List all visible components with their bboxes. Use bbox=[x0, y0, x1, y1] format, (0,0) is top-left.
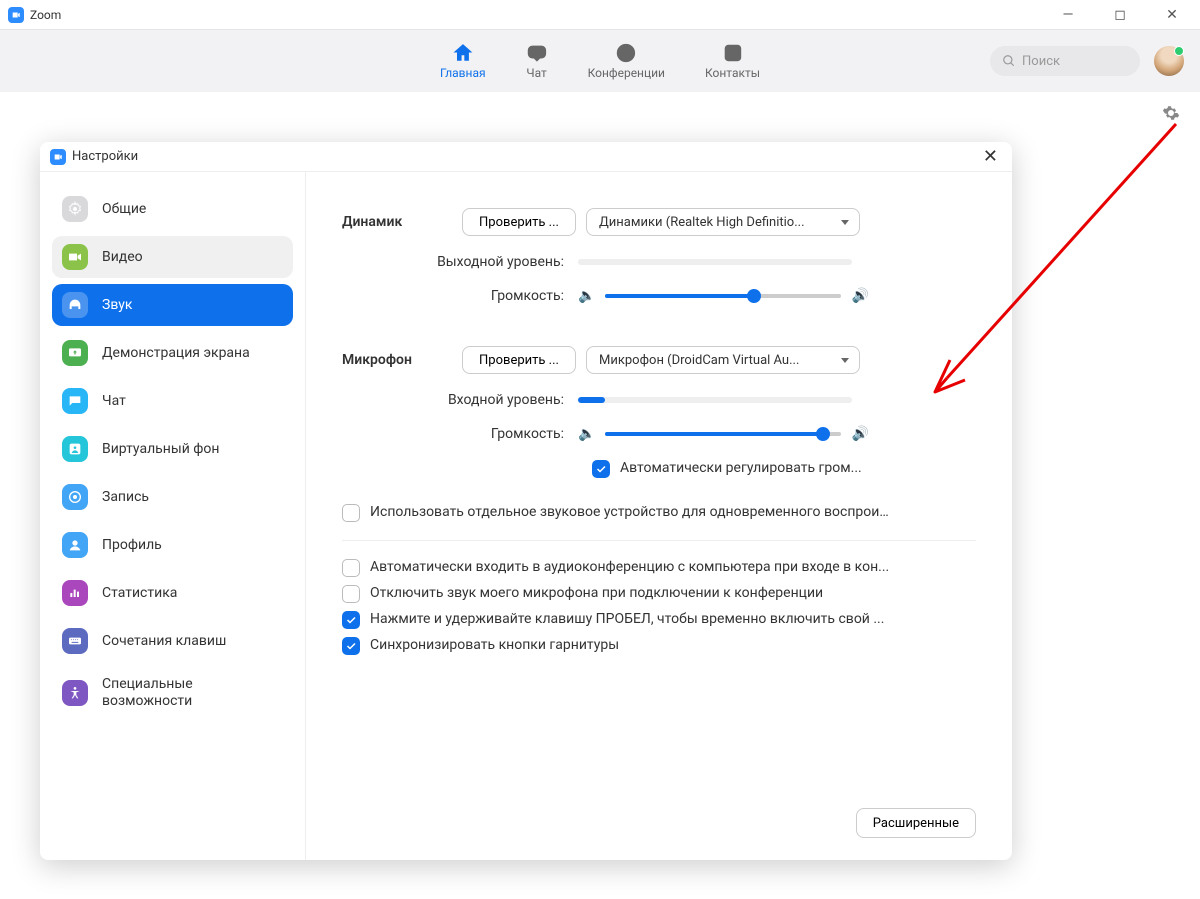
input-level-label: Входной уровень: bbox=[342, 392, 578, 408]
chat-icon bbox=[62, 388, 88, 414]
sidebar-item-screen-share[interactable]: Демонстрация экрана bbox=[52, 332, 293, 374]
nav-chat[interactable]: Чат bbox=[526, 42, 548, 80]
avatar[interactable] bbox=[1154, 46, 1184, 76]
keyboard-icon bbox=[62, 628, 88, 654]
sidebar-item-audio[interactable]: Звук bbox=[52, 284, 293, 326]
mute-on-join-checkbox[interactable] bbox=[342, 585, 360, 603]
nav-home-label: Главная bbox=[440, 66, 486, 80]
sidebar-label: Видео bbox=[102, 249, 143, 266]
sync-headset-checkbox[interactable] bbox=[342, 637, 360, 655]
virtual-bg-icon bbox=[62, 436, 88, 462]
auto-adjust-volume-checkbox[interactable] bbox=[592, 460, 610, 478]
settings-window: Настройки ✕ Общие Видео Звук Демонстраци… bbox=[40, 142, 1012, 860]
sidebar-label: Профиль bbox=[102, 537, 162, 554]
sidebar-item-profile[interactable]: Профиль bbox=[52, 524, 293, 566]
settings-gear-button[interactable] bbox=[1162, 104, 1180, 126]
speaker-output-level-meter bbox=[578, 259, 852, 265]
screen-share-icon bbox=[62, 340, 88, 366]
sidebar-label: Статистика bbox=[102, 585, 177, 602]
stats-icon bbox=[62, 580, 88, 606]
sidebar-item-video[interactable]: Видео bbox=[52, 236, 293, 278]
sidebar-label: Виртуальный фон bbox=[102, 441, 219, 458]
nav-contacts-label: Контакты bbox=[705, 66, 760, 80]
test-speaker-button[interactable]: Проверить ... bbox=[462, 208, 576, 236]
settings-header: Настройки ✕ bbox=[40, 142, 1012, 172]
speaker-device-dropdown[interactable]: Динамики (Realtek High Definitio... bbox=[586, 208, 860, 236]
volume-high-icon: 🔊 bbox=[851, 288, 868, 304]
sidebar-label: Демонстрация экрана bbox=[102, 345, 250, 362]
output-level-label: Выходной уровень: bbox=[342, 254, 578, 270]
window-minimize-button[interactable]: — bbox=[1054, 7, 1082, 23]
volume-low-icon: 🔈 bbox=[578, 288, 595, 304]
video-icon bbox=[62, 244, 88, 270]
record-icon bbox=[62, 484, 88, 510]
mic-volume-slider[interactable] bbox=[605, 432, 841, 436]
nav-home[interactable]: Главная bbox=[440, 42, 486, 80]
headphones-icon bbox=[62, 292, 88, 318]
push-to-talk-label: Нажмите и удерживайте клавишу ПРОБЕЛ, чт… bbox=[370, 611, 884, 627]
sidebar-label: Специальные возможности bbox=[102, 676, 283, 710]
settings-title: Настройки bbox=[72, 149, 138, 164]
gear-icon bbox=[62, 196, 88, 222]
nav-meetings-label: Конференции bbox=[588, 66, 665, 80]
nav-chat-label: Чат bbox=[526, 66, 546, 80]
sidebar-item-shortcuts[interactable]: Сочетания клавиш bbox=[52, 620, 293, 662]
sidebar-item-chat[interactable]: Чат bbox=[52, 380, 293, 422]
chat-icon bbox=[526, 42, 548, 64]
divider bbox=[342, 540, 976, 541]
sidebar-item-virtual-bg[interactable]: Виртуальный фон bbox=[52, 428, 293, 470]
mic-section-label: Микрофон bbox=[342, 352, 462, 368]
sidebar-label: Запись bbox=[102, 489, 149, 506]
sync-headset-label: Синхронизировать кнопки гарнитуры bbox=[370, 637, 619, 653]
nav-contacts[interactable]: Контакты bbox=[705, 42, 760, 80]
sidebar-item-general[interactable]: Общие bbox=[52, 188, 293, 230]
search-placeholder: Поиск bbox=[1022, 54, 1060, 69]
settings-close-button[interactable]: ✕ bbox=[979, 146, 1002, 167]
clock-icon bbox=[615, 42, 637, 64]
advanced-button[interactable]: Расширенные bbox=[856, 808, 976, 838]
search-input[interactable]: Поиск bbox=[990, 46, 1140, 76]
mute-on-join-label: Отключить звук моего микрофона при подкл… bbox=[370, 585, 823, 601]
search-icon bbox=[1002, 54, 1016, 68]
sidebar-label: Звук bbox=[102, 297, 132, 314]
speaker-volume-label: Громкость: bbox=[342, 288, 578, 304]
push-to-talk-checkbox[interactable] bbox=[342, 611, 360, 629]
volume-high-icon: 🔊 bbox=[851, 426, 868, 442]
mic-device-dropdown[interactable]: Микрофон (DroidCam Virtual Au... bbox=[586, 346, 860, 374]
auto-join-audio-label: Автоматически входить в аудиоконференцию… bbox=[370, 559, 889, 575]
auto-join-audio-checkbox[interactable] bbox=[342, 559, 360, 577]
home-icon bbox=[452, 42, 474, 64]
test-mic-button[interactable]: Проверить ... bbox=[462, 346, 576, 374]
sidebar-label: Сочетания клавиш bbox=[102, 633, 226, 650]
nav-meetings[interactable]: Конференции bbox=[588, 42, 665, 80]
sidebar-item-accessibility[interactable]: Специальные возможности bbox=[52, 668, 293, 718]
settings-sidebar: Общие Видео Звук Демонстрация экрана Чат… bbox=[40, 172, 306, 860]
app-icon bbox=[50, 149, 66, 165]
sidebar-item-statistics[interactable]: Статистика bbox=[52, 572, 293, 614]
contacts-icon bbox=[721, 42, 743, 64]
app-icon bbox=[8, 7, 24, 23]
settings-content: Динамик Проверить ... Динамики (Realtek … bbox=[306, 172, 1012, 860]
auto-adjust-label: Автоматически регулировать гром... bbox=[620, 460, 862, 476]
sidebar-label: Чат bbox=[102, 393, 126, 410]
accessibility-icon bbox=[62, 680, 88, 706]
window-maximize-button[interactable]: ◻ bbox=[1106, 7, 1134, 23]
separate-audio-device-checkbox[interactable] bbox=[342, 504, 360, 522]
speaker-section-label: Динамик bbox=[342, 214, 462, 230]
profile-icon bbox=[62, 532, 88, 558]
titlebar: Zoom — ◻ ✕ bbox=[0, 0, 1200, 30]
window-close-button[interactable]: ✕ bbox=[1158, 7, 1186, 23]
top-nav: Главная Чат Конференции Контакты Поиск bbox=[0, 30, 1200, 92]
sidebar-item-recording[interactable]: Запись bbox=[52, 476, 293, 518]
mic-volume-label: Громкость: bbox=[342, 426, 578, 442]
window-title: Zoom bbox=[30, 8, 61, 22]
sidebar-label: Общие bbox=[102, 201, 146, 218]
speaker-volume-slider[interactable] bbox=[605, 294, 841, 298]
volume-low-icon: 🔈 bbox=[578, 426, 595, 442]
separate-audio-device-label: Использовать отдельное звуковое устройст… bbox=[370, 504, 890, 520]
mic-input-level-meter bbox=[578, 397, 852, 403]
